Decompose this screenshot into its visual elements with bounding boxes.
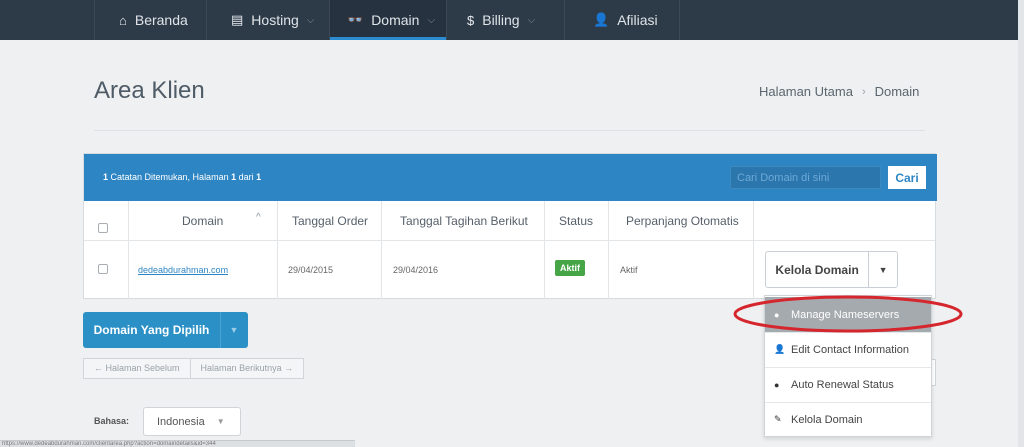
- previous-page-button[interactable]: ← Halaman Sebelum: [84, 359, 190, 378]
- nav-divider: [679, 0, 680, 40]
- menu-item-label: Manage Nameservers: [791, 308, 900, 321]
- column-header-status[interactable]: Status: [559, 214, 593, 228]
- domains-table-panel: 1 Catatan Ditemukan, Halaman 1 dari 1 Ca…: [83, 153, 937, 299]
- domain-link[interactable]: dedeabdurahman.com: [138, 265, 228, 275]
- column-header-auto-renew[interactable]: Perpanjang Otomatis: [626, 214, 739, 228]
- column-header-order-date[interactable]: Tanggal Order: [292, 214, 368, 228]
- next-page-button[interactable]: Halaman Berikutnya →: [189, 359, 304, 378]
- caret-down-icon: ▼: [878, 264, 888, 275]
- menu-item-label: Edit Contact Information: [791, 343, 910, 356]
- manage-domain-button[interactable]: Kelola Domain: [766, 252, 870, 287]
- language-select[interactable]: Indonesia ▼: [143, 407, 241, 436]
- globe-icon: ●: [774, 309, 780, 320]
- menu-item-manage-nameservers[interactable]: ● Manage Nameservers: [765, 297, 931, 332]
- binoculars-icon: 👓: [347, 12, 364, 27]
- language-label: Bahasa:: [94, 416, 130, 426]
- window-edge: [1018, 0, 1024, 447]
- nav-item-beranda[interactable]: ⌂ Beranda: [94, 0, 206, 40]
- select-all-checkbox[interactable]: [98, 223, 108, 233]
- breadcrumb-current: Domain: [874, 84, 920, 99]
- row-divider: [84, 240, 935, 241]
- auto-renew-cell: Aktif: [620, 265, 638, 275]
- user-icon: 👤: [593, 12, 610, 27]
- nav-label: Hosting: [251, 12, 299, 28]
- manage-domain-dropdown-menu: ● Manage Nameservers 👤 Edit Contact Info…: [764, 295, 932, 437]
- column-divider: [544, 201, 545, 299]
- table-row: dedeabdurahman.com: [138, 265, 228, 275]
- language-selected-value: Indonesia: [157, 415, 205, 428]
- column-divider: [277, 201, 278, 299]
- dollar-icon: $: [467, 12, 475, 28]
- bulk-action-dropdown-toggle[interactable]: ▼: [221, 312, 247, 348]
- chevron-down-icon: ⌵: [306, 14, 315, 26]
- pencil-icon: ✎: [774, 414, 782, 424]
- column-header-next-due[interactable]: Tanggal Tagihan Berikut: [400, 214, 528, 228]
- nav-item-afiliasi[interactable]: 👤 Afiliasi: [564, 0, 679, 40]
- globe-icon: ●: [774, 379, 780, 390]
- domain-search-input[interactable]: [730, 166, 881, 189]
- header-divider: [94, 130, 925, 131]
- bulk-action-button-group: Domain Yang Dipilih ▼: [83, 312, 248, 348]
- status-badge: Aktif: [555, 260, 585, 276]
- selected-domains-button[interactable]: Domain Yang Dipilih: [83, 312, 221, 348]
- column-divider: [608, 201, 609, 299]
- sort-ascending-icon[interactable]: ^: [256, 212, 261, 223]
- menu-item-label: Auto Renewal Status: [791, 378, 894, 391]
- breadcrumb-home-link[interactable]: Halaman Utama: [759, 84, 853, 99]
- top-navigation: ⌂ Beranda ▤ Hosting ⌵ 👓 Domain ⌵ $ Billi…: [0, 0, 1024, 40]
- page-title: Area Klien: [94, 77, 205, 104]
- column-divider: [753, 201, 754, 299]
- order-date-cell: 29/04/2015: [288, 265, 334, 275]
- nav-label: Billing: [482, 12, 520, 28]
- row-checkbox[interactable]: [98, 264, 108, 274]
- records-summary: 1 Catatan Ditemukan, Halaman 1 dari 1: [103, 172, 262, 182]
- status-bar-url: https://www.dedeabdurahman.com/clientare…: [0, 440, 355, 447]
- pagination: ← Halaman Sebelum Halaman Berikutnya →: [83, 358, 305, 379]
- server-icon: ▤: [231, 12, 244, 27]
- user-icon: 👤: [774, 344, 786, 354]
- manage-domain-dropdown-toggle[interactable]: ▼: [869, 252, 897, 287]
- breadcrumb-separator: ›: [861, 85, 866, 98]
- breadcrumb: Halaman Utama › Domain: [759, 84, 919, 99]
- chevron-down-icon: ⌵: [427, 14, 436, 26]
- menu-item-auto-renewal[interactable]: ● Auto Renewal Status: [765, 367, 931, 402]
- nav-label: Afiliasi: [617, 12, 658, 28]
- menu-item-edit-contact[interactable]: 👤 Edit Contact Information: [765, 332, 931, 367]
- manage-domain-button-group: Kelola Domain ▼: [765, 251, 898, 288]
- nav-label: Domain: [371, 12, 420, 28]
- caret-down-icon: ▼: [229, 325, 239, 335]
- table-header-bar: 1 Catatan Ditemukan, Halaman 1 dari 1 Ca…: [84, 154, 937, 201]
- column-divider: [381, 201, 382, 299]
- nav-item-hosting[interactable]: ▤ Hosting ⌵: [206, 0, 329, 40]
- menu-item-kelola-domain[interactable]: ✎ Kelola Domain: [765, 402, 931, 437]
- column-header-domain[interactable]: Domain: [182, 214, 223, 228]
- column-divider: [128, 201, 129, 299]
- chevron-down-icon: ⌵: [527, 14, 536, 26]
- nav-item-domain[interactable]: 👓 Domain ⌵: [329, 0, 446, 40]
- nav-label: Beranda: [134, 12, 188, 28]
- next-due-cell: 29/04/2016: [393, 265, 439, 275]
- menu-item-label: Kelola Domain: [791, 413, 863, 426]
- search-button[interactable]: Cari: [888, 166, 926, 189]
- nav-item-billing[interactable]: $ Billing ⌵: [446, 0, 564, 40]
- caret-down-icon: ▼: [216, 417, 225, 426]
- home-icon: ⌂: [119, 12, 127, 28]
